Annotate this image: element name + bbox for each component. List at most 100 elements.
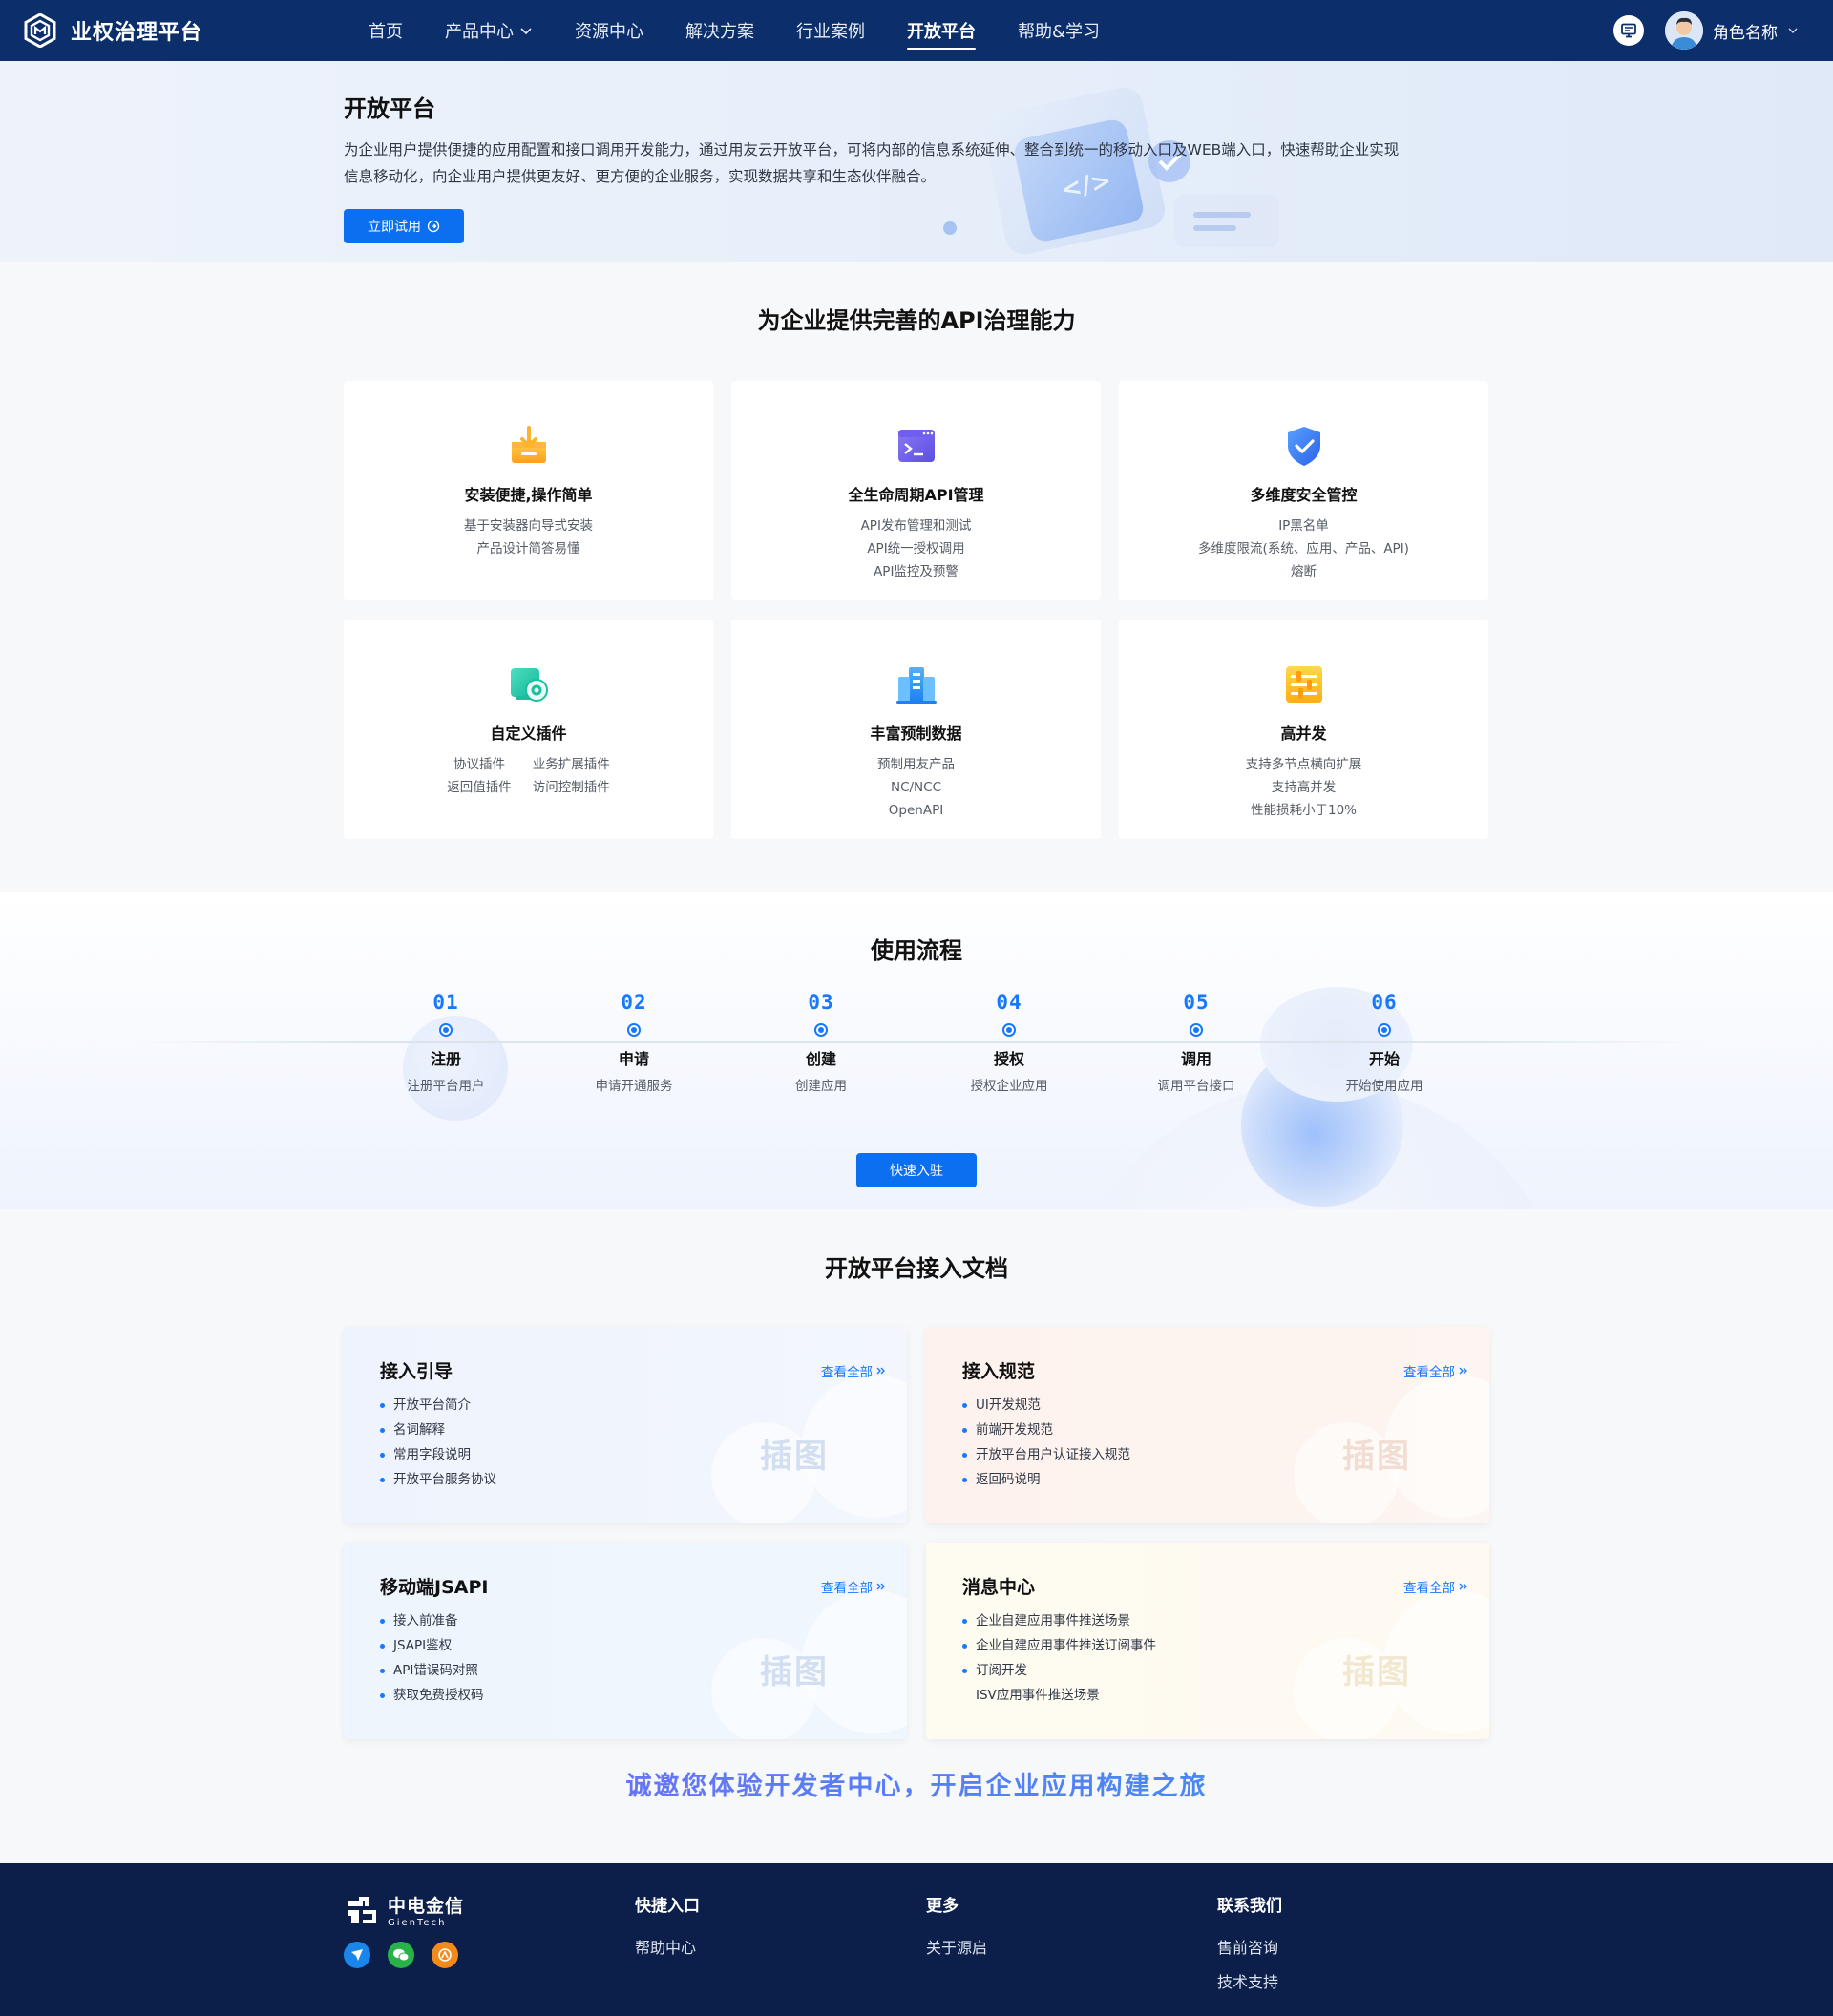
user-name: 角色名称 (1713, 23, 1778, 43)
double-chevron-right-icon (876, 1367, 885, 1375)
monitor-icon (1621, 23, 1636, 38)
nav-solutions[interactable]: 解决方案 (664, 0, 775, 61)
docs-grid: 插图 接入引导 查看全部 开放平台简介 名词解释 常用字段说明 开放平台服务协议… (344, 1327, 1489, 1739)
step-number: 03 (808, 991, 834, 1014)
flow-step: 04 授权 授权企业应用 (933, 991, 1085, 1094)
illustration-label: 插图 (760, 1653, 829, 1691)
gientech-logo[interactable]: 中电金信 GienTech (344, 1892, 464, 1928)
view-all-label: 查看全部 (1403, 1581, 1455, 1596)
chevron-down-icon (520, 28, 532, 35)
data-building-icon (895, 667, 937, 704)
footer-link[interactable]: 售前咨询 (1217, 1935, 1282, 1958)
double-chevron-right-icon (1459, 1367, 1467, 1375)
footer-brand-text: 中电金信 GienTech (388, 1892, 464, 1928)
capability-card: 高并发 支持多节点横向扩展 支持高并发 性能损耗小于10% (1119, 620, 1488, 839)
footer-brand: 中电金信 GienTech (344, 1892, 464, 1968)
doc-card-mobile-jsapi: 插图 移动端JSAPI 查看全部 接入前准备 JSAPI鉴权 API错误码对照 … (344, 1543, 907, 1739)
double-chevron-right-icon (1459, 1583, 1467, 1590)
app-logo[interactable]: 业权治理平台 (23, 13, 348, 48)
chevron-down-icon (1788, 28, 1798, 33)
illustration-placeholder: 插图 (1241, 1327, 1489, 1523)
step-subtitle: 创建应用 (795, 1079, 847, 1094)
social-wechat-link[interactable] (388, 1942, 414, 1968)
nav-label: 产品中心 (445, 22, 514, 42)
header-actions: 角色名称 (1613, 0, 1799, 61)
capability-name: 多维度安全管控 (1250, 486, 1358, 504)
view-all-link[interactable]: 查看全部 (821, 1361, 886, 1380)
nav-label: 首页 (369, 22, 403, 42)
capability-desc: 访问控制插件 (532, 780, 610, 795)
capability-desc: 产品设计简答易懂 (476, 541, 580, 556)
docs-section: 开放平台接入文档 插图 接入引导 查看全部 开放平台简介 名词解释 常用字段说明… (0, 1209, 1833, 1863)
step-title: 调用 (1180, 1050, 1211, 1068)
shield-check-icon (1287, 427, 1320, 466)
nav-products[interactable]: 产品中心 (424, 0, 554, 61)
step-dot (439, 1023, 453, 1037)
illustration-label: 插图 (1342, 1653, 1411, 1691)
step-number: 02 (621, 991, 647, 1014)
nav-cases[interactable]: 行业案例 (775, 0, 886, 61)
avatar (1665, 11, 1703, 50)
step-title: 申请 (618, 1050, 649, 1068)
step-dot (1190, 1023, 1203, 1037)
footer-link[interactable]: 关于源启 (926, 1935, 987, 1958)
capability-desc: 熔断 (1291, 564, 1317, 579)
step-dot (1002, 1023, 1016, 1037)
footer-col-title: 更多 (926, 1897, 959, 1916)
terminal-icon (897, 430, 935, 462)
capability-desc: API发布管理和测试 (860, 518, 972, 534)
footer-link[interactable]: 技术支持 (1217, 1969, 1282, 1992)
slogan: 诚邀您体验开发者中心，开启企业应用构建之旅 (0, 1765, 1833, 1802)
view-all-label: 查看全部 (1403, 1365, 1455, 1380)
hero-content: 开放平台 为企业用户提供便捷的应用配置和接口调用开发能力，通过用友云开放平台，可… (344, 90, 1413, 243)
capabilities-grid: 安装便捷,操作简单 基于安装器向导式安装 产品设计简答易懂 全生命周期API管理… (344, 381, 1489, 839)
hero-description: 为企业用户提供便捷的应用配置和接口调用开发能力，通过用友云开放平台，可将内部的信… (344, 141, 1400, 185)
footer-link[interactable]: 帮助中心 (635, 1935, 700, 1958)
step-subtitle: 开始使用应用 (1345, 1079, 1423, 1094)
quick-join-button[interactable]: 快速入驻 (856, 1153, 977, 1187)
social-bird-link[interactable] (344, 1942, 370, 1968)
console-button[interactable] (1613, 15, 1644, 46)
nav-label: 帮助&学习 (1018, 22, 1101, 42)
capability-card: 全生命周期API管理 API发布管理和测试 API统一授权调用 API监控及预警 (731, 381, 1101, 600)
view-all-label: 查看全部 (821, 1581, 873, 1596)
double-chevron-right-icon (876, 1583, 885, 1590)
step-subtitle: 注册平台用户 (407, 1079, 485, 1094)
section-title: 使用流程 (871, 937, 962, 964)
view-all-link[interactable]: 查看全部 (1403, 1577, 1468, 1596)
capability-desc: OpenAPI (888, 803, 944, 818)
footer-col-title: 联系我们 (1217, 1897, 1282, 1916)
step-title: 创建 (805, 1050, 836, 1068)
nav-home[interactable]: 首页 (348, 0, 424, 61)
view-all-label: 查看全部 (821, 1365, 873, 1380)
brand-cn: 中电金信 (388, 1896, 465, 1917)
doc-card-access-guide: 插图 接入引导 查看全部 开放平台简介 名词解释 常用字段说明 开放平台服务协议 (344, 1327, 907, 1523)
nav-resources[interactable]: 资源中心 (554, 0, 664, 61)
view-all-link[interactable]: 查看全部 (1403, 1361, 1468, 1380)
step-title: 注册 (430, 1050, 461, 1068)
brand-en: GienTech (388, 1918, 447, 1928)
view-all-link[interactable]: 查看全部 (821, 1577, 886, 1596)
capability-desc: 支持多节点横向扩展 (1245, 757, 1362, 772)
capability-card: 安装便捷,操作简单 基于安装器向导式安装 产品设计简答易懂 (344, 381, 713, 600)
nav-label: 开放平台 (907, 22, 976, 42)
user-menu[interactable]: 角色名称 (1665, 11, 1799, 50)
footer-col-contact: 联系我们 售前咨询 技术支持 (1217, 1892, 1282, 2004)
capability-desc: 返回值插件 (447, 780, 512, 795)
social-links (344, 1942, 464, 1968)
nav-label: 解决方案 (685, 22, 754, 42)
footer-col-title: 快捷入口 (635, 1897, 700, 1916)
capability-name: 丰富预制数据 (870, 724, 962, 743)
logo-icon (348, 1897, 376, 1923)
flow-step: 02 申请 申请开通服务 (558, 991, 710, 1094)
plugin-icon (510, 668, 548, 702)
nav-help[interactable]: 帮助&学习 (997, 0, 1121, 61)
nav-open-platform[interactable]: 开放平台 (886, 0, 997, 61)
step-number: 05 (1183, 991, 1210, 1014)
nav-label: 资源中心 (575, 22, 643, 42)
capability-desc-grid: 协议插件 业务扩展插件 返回值插件 访问控制插件 (447, 753, 610, 799)
try-now-button[interactable]: 立即试用 (344, 209, 464, 243)
capability-desc: 预制用友产品 (877, 757, 955, 772)
social-weibo-link[interactable] (432, 1942, 458, 1968)
flow-step: 05 调用 调用平台接口 (1120, 991, 1273, 1094)
